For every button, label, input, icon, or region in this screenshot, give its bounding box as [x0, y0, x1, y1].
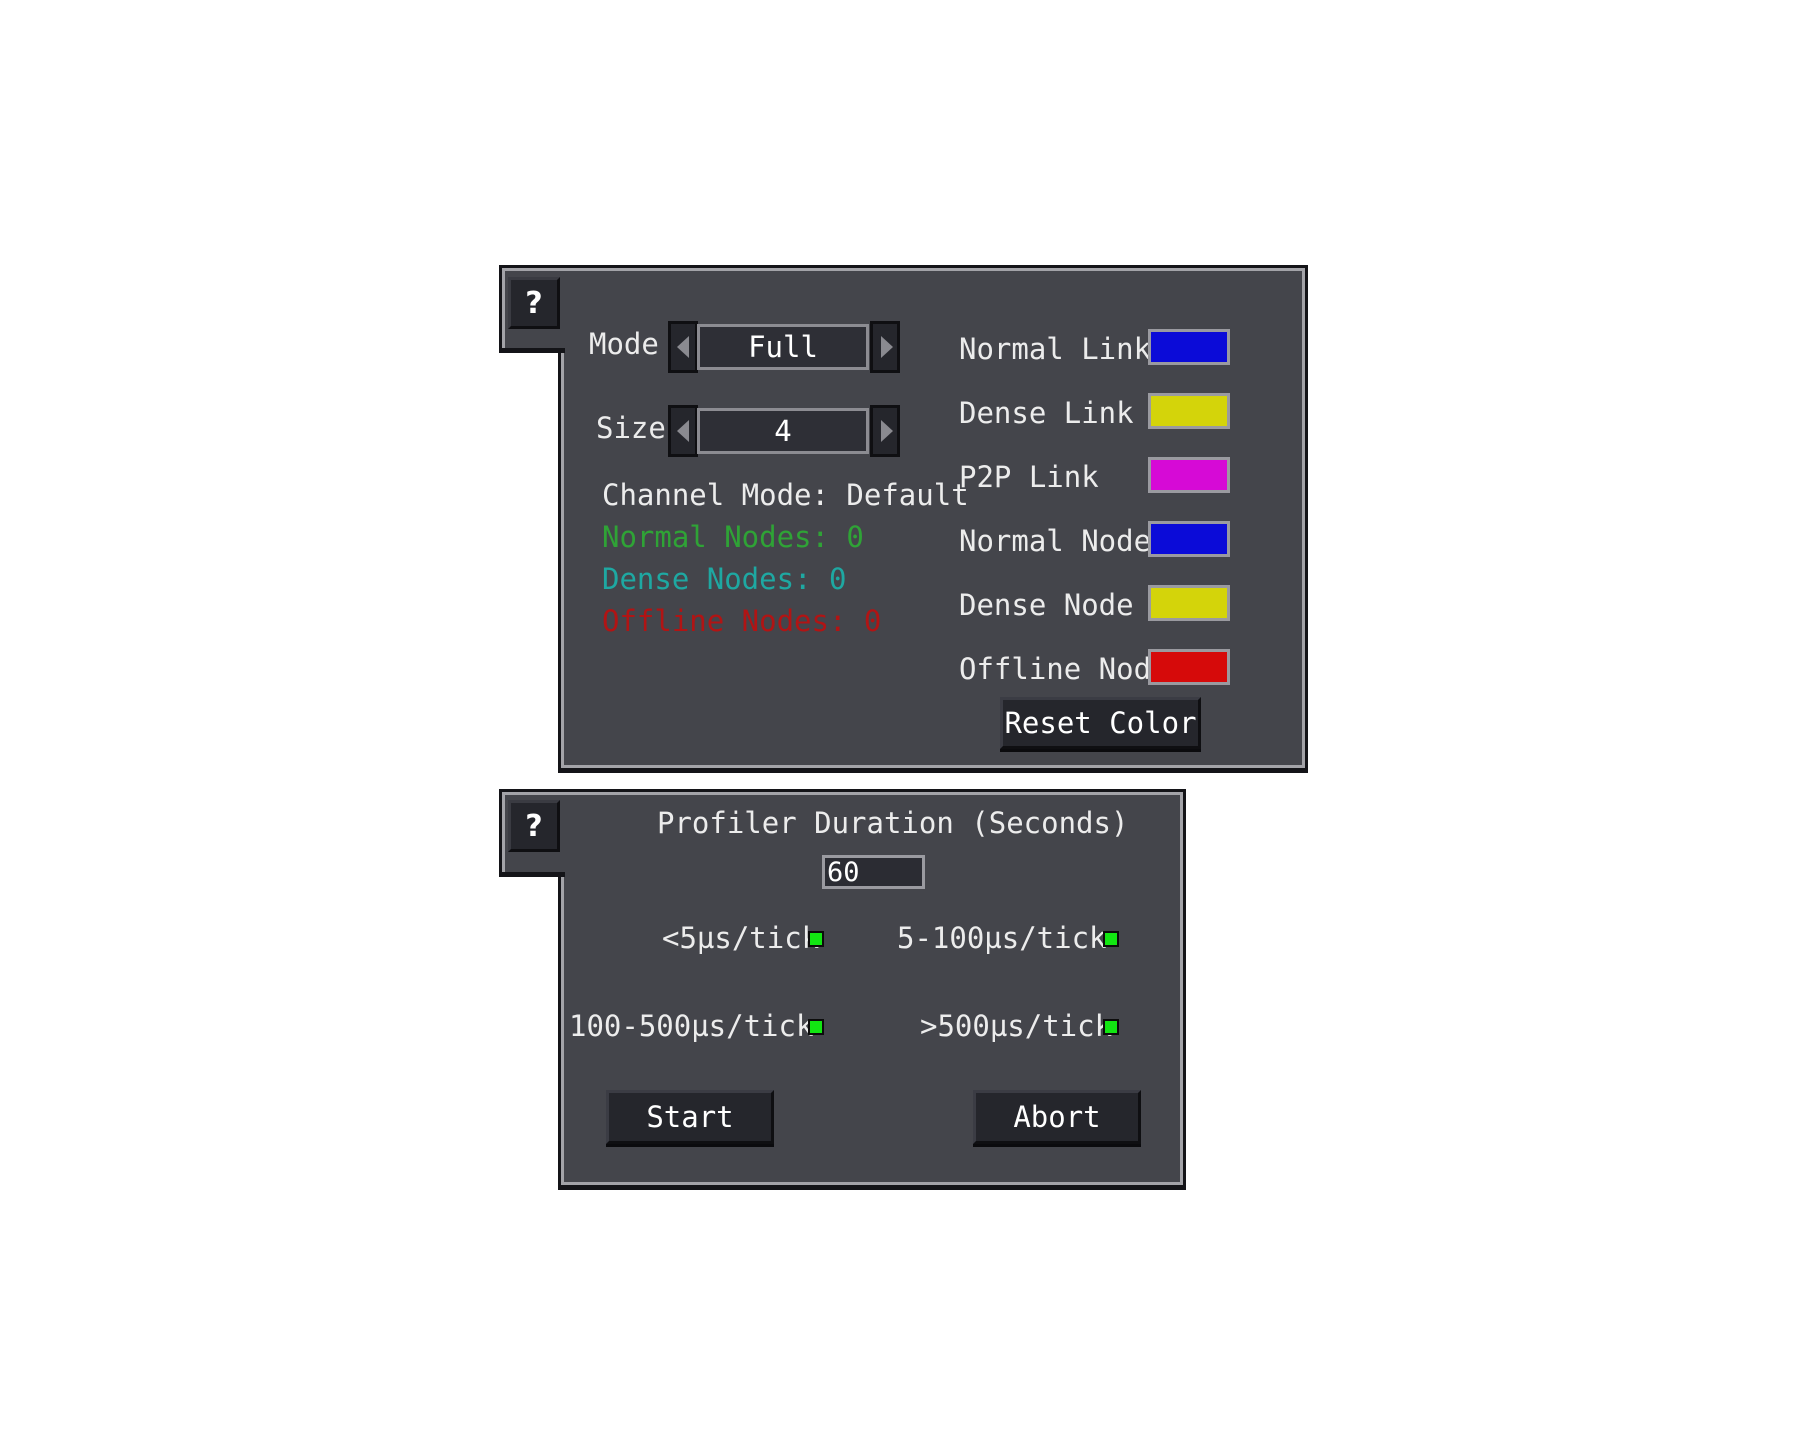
- dense-node-label: Dense Node: [959, 588, 1134, 622]
- offline-node-label: Offline Node: [959, 652, 1169, 686]
- threshold-label-5-100: 5-100µs/tick: [897, 921, 1107, 955]
- size-label: Size: [596, 411, 666, 445]
- profiler-duration-title: Profiler Duration (Seconds): [657, 806, 1129, 840]
- duration-input[interactable]: 60: [822, 855, 925, 889]
- threshold-label-100-500: 100-500µs/tick: [569, 1009, 814, 1043]
- normal-link-swatch[interactable]: [1148, 329, 1230, 365]
- start-button[interactable]: Start: [606, 1090, 774, 1144]
- indicator-square-icon[interactable]: [1103, 931, 1119, 947]
- arrow-right-icon: [881, 336, 893, 358]
- p2p-link-label: P2P Link: [959, 460, 1099, 494]
- size-next-button[interactable]: [870, 405, 900, 457]
- mode-label: Mode: [589, 327, 659, 361]
- size-value: 4: [697, 408, 869, 454]
- arrow-left-icon: [677, 336, 689, 358]
- arrow-right-icon: [881, 420, 893, 442]
- dense-link-swatch[interactable]: [1148, 393, 1230, 429]
- reset-color-button[interactable]: Reset Color: [1000, 697, 1201, 749]
- arrow-left-icon: [677, 420, 689, 442]
- p2p-link-swatch[interactable]: [1148, 457, 1230, 493]
- size-prev-button[interactable]: [668, 405, 698, 457]
- dense-node-swatch[interactable]: [1148, 585, 1230, 621]
- mode-prev-button[interactable]: [668, 321, 698, 373]
- threshold-label-gt500: >500µs/tick: [920, 1009, 1113, 1043]
- indicator-square-icon[interactable]: [808, 931, 824, 947]
- threshold-label-lt5: <5µs/tick: [662, 921, 820, 955]
- mode-next-button[interactable]: [870, 321, 900, 373]
- channel-mode-text: Channel Mode: Default: [602, 478, 969, 512]
- offline-nodes-count: Offline Nodes: 0: [602, 604, 882, 638]
- normal-nodes-count: Normal Nodes: 0: [602, 520, 864, 554]
- mode-value: Full: [697, 324, 869, 370]
- indicator-square-icon[interactable]: [1103, 1019, 1119, 1035]
- help-button[interactable]: ?: [508, 800, 560, 852]
- dense-nodes-count: Dense Nodes: 0: [602, 562, 847, 596]
- normal-node-swatch[interactable]: [1148, 521, 1230, 557]
- normal-node-label: Normal Node: [959, 524, 1152, 558]
- help-button[interactable]: ?: [508, 277, 560, 329]
- indicator-square-icon[interactable]: [808, 1019, 824, 1035]
- dense-link-label: Dense Link: [959, 396, 1134, 430]
- offline-node-swatch[interactable]: [1148, 649, 1230, 685]
- abort-button[interactable]: Abort: [973, 1090, 1141, 1144]
- normal-link-label: Normal Link: [959, 332, 1152, 366]
